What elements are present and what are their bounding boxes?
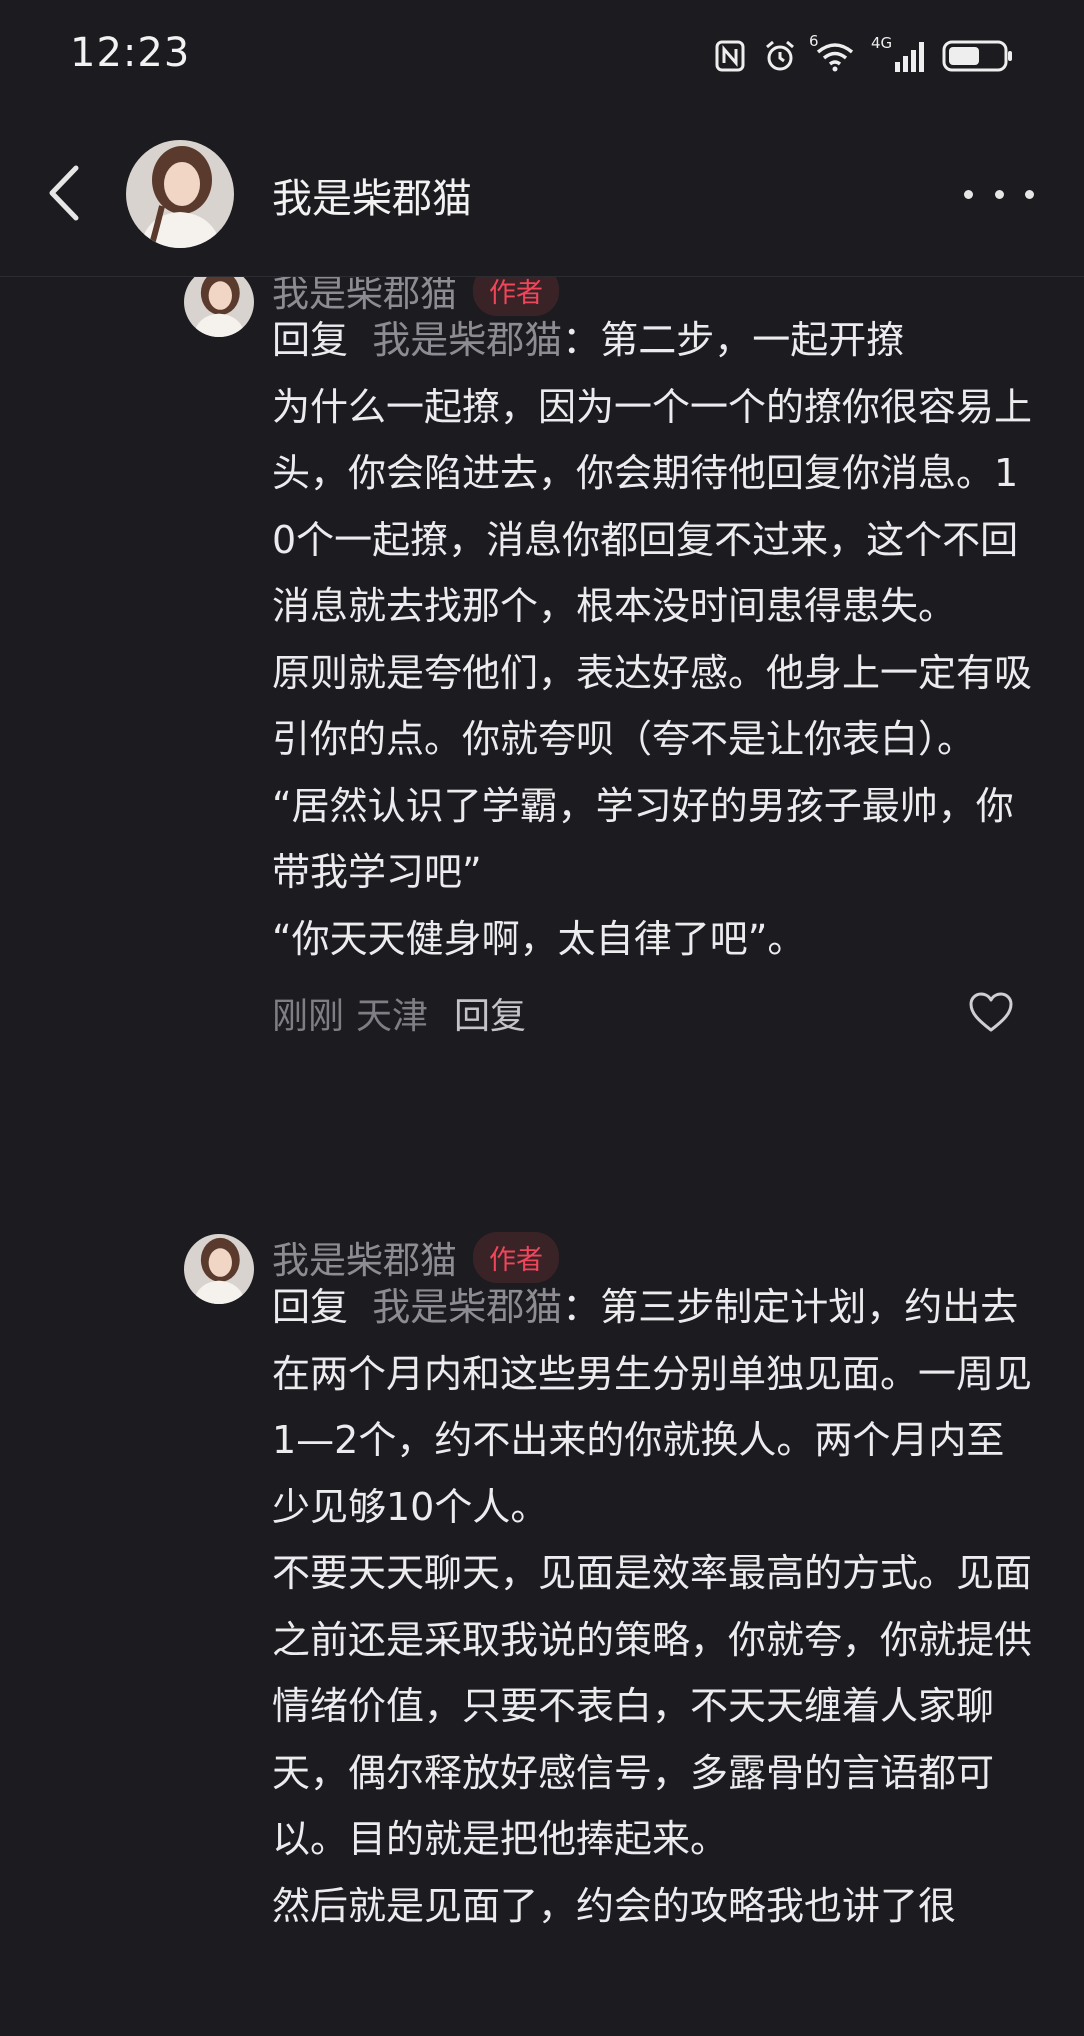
page-title: 我是柴郡猫 xyxy=(272,176,472,222)
more-dot xyxy=(1025,189,1034,199)
reply-target[interactable]: 我是柴郡猫 xyxy=(372,318,562,362)
status-icons: 6 4G xyxy=(715,32,1014,78)
comment-text: 回复 我是柴郡猫：第三步制定计划，约出去 在两个月内和这些男生分别单独见面。一周… xyxy=(272,1274,1032,1939)
more-dot xyxy=(994,189,1004,199)
reply-target[interactable]: 我是柴郡猫 xyxy=(372,1285,562,1329)
network-label: 4G xyxy=(871,34,893,52)
avatar[interactable] xyxy=(126,140,234,248)
more-options-button[interactable] xyxy=(964,174,1034,214)
comment-content: ：第二步，一起开撩 为什么一起撩，因为一个一个的撩你很容易上头，你会陷进去，你会… xyxy=(272,318,1033,961)
reply-prefix: 回复 xyxy=(272,318,349,362)
alarm-icon xyxy=(763,39,797,73)
reply-prefix: 回复 xyxy=(272,1285,349,1329)
status-bar: 12:23 6 4G xyxy=(0,0,1084,110)
like-button[interactable] xyxy=(968,991,1014,1033)
back-button[interactable] xyxy=(36,158,92,228)
chevron-left-icon xyxy=(49,165,79,221)
comment-text: 回复 我是柴郡猫：第二步，一起开撩 为什么一起撩，因为一个一个的撩你很容易上头，… xyxy=(272,307,1032,972)
more-horizontal-icon xyxy=(964,189,973,199)
comment-location: 天津 xyxy=(356,996,429,1037)
reply-button[interactable]: 回复 xyxy=(454,987,526,1039)
nfc-icon xyxy=(715,40,745,72)
wifi-icon: 6 xyxy=(809,32,855,72)
comment-list: 我是柴郡猫 作者 回复 我是柴郡猫：第二步，一起开撩 为什么一起撩，因为一个一个… xyxy=(0,277,1084,2036)
avatar[interactable] xyxy=(184,1234,254,1304)
wifi-badge: 6 xyxy=(809,32,819,50)
status-time: 12:23 xyxy=(70,30,191,76)
comment-item: 我是柴郡猫 作者 回复 我是柴郡猫：第二步，一起开撩 为什么一起撩，因为一个一个… xyxy=(0,277,1084,1227)
signal-4g-icon: 4G xyxy=(871,34,924,72)
comment-meta: 刚刚 天津 回复 xyxy=(272,987,526,1039)
comment-content: ：第三步制定计划，约出去 在两个月内和这些男生分别单独见面。一周见1—2个，约不… xyxy=(272,1285,1033,1928)
heart-icon xyxy=(969,992,1013,1032)
comment-time: 刚刚 xyxy=(272,996,345,1037)
avatar[interactable] xyxy=(184,277,254,337)
chat-header: 我是柴郡猫 xyxy=(0,110,1084,277)
battery-icon xyxy=(942,39,1014,73)
comment-item: 我是柴郡猫 作者 回复 我是柴郡猫：第三步制定计划，约出去 在两个月内和这些男生… xyxy=(0,1231,1084,2036)
